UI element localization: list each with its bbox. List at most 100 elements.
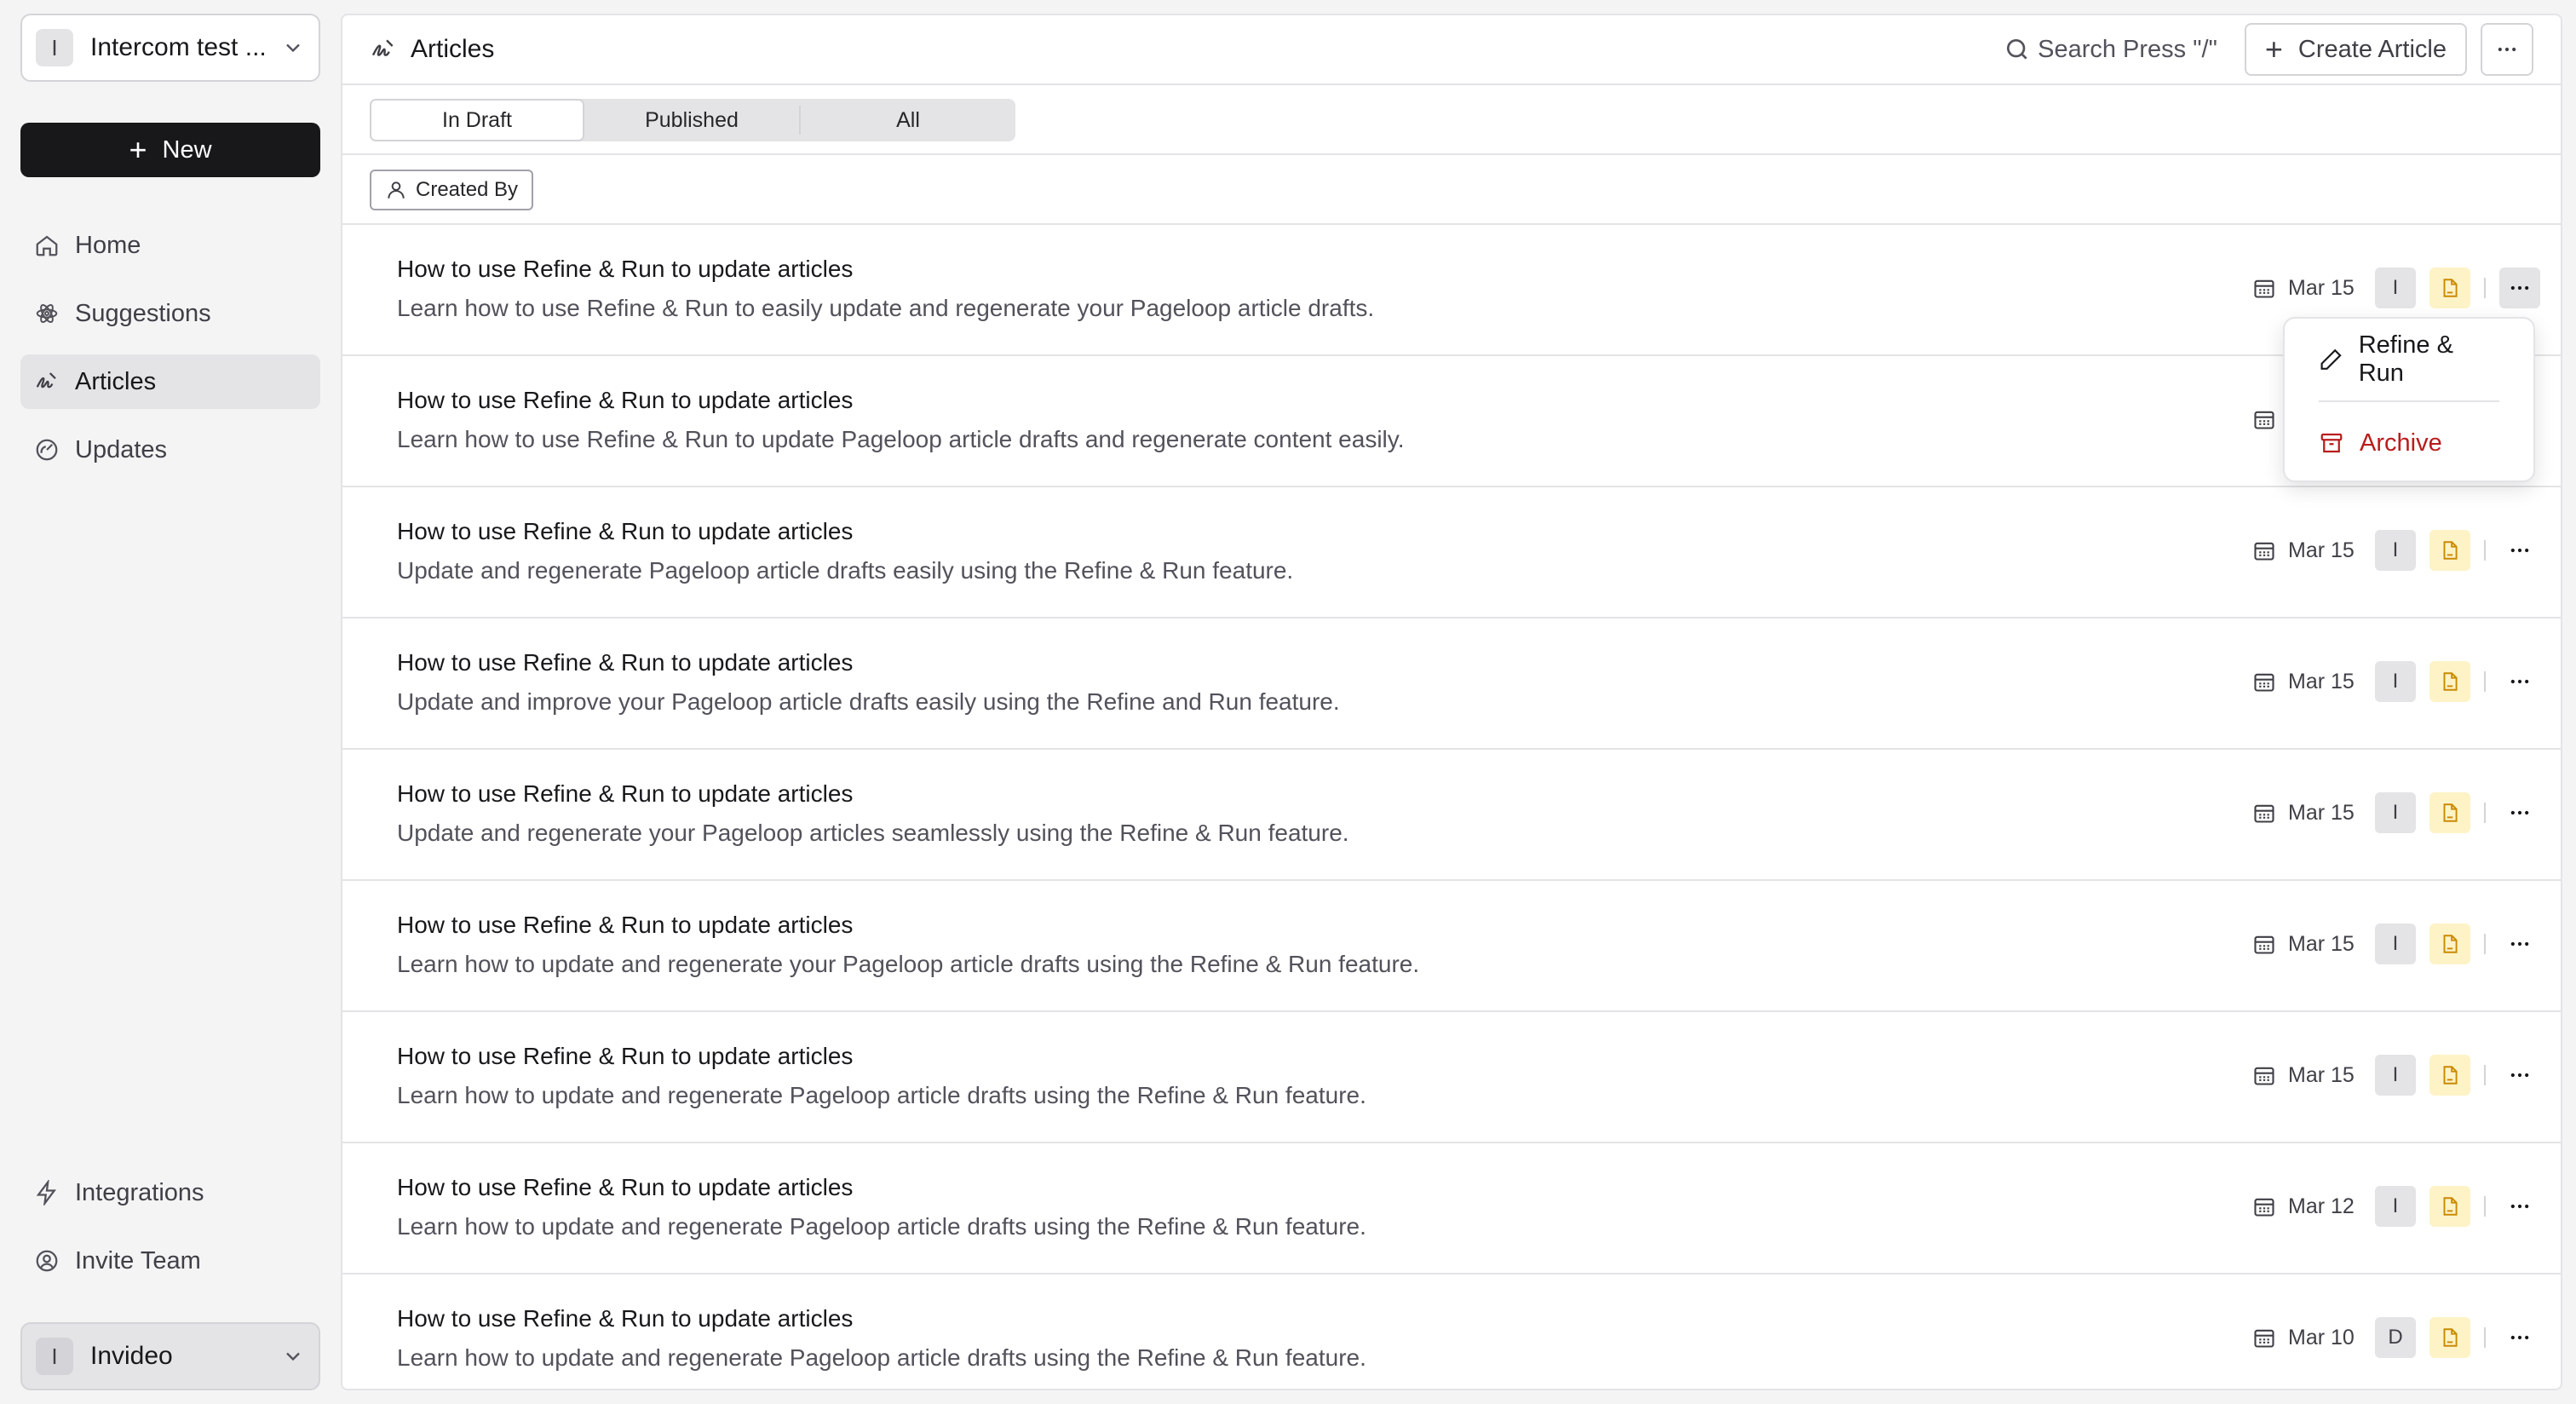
document-icon bbox=[2443, 1328, 2458, 1347]
search-button[interactable]: Search Press "/" bbox=[2004, 36, 2217, 64]
article-more-button[interactable] bbox=[2499, 1317, 2540, 1358]
sidebar-item-home[interactable]: Home bbox=[20, 218, 320, 273]
user-name: Invideo bbox=[90, 1342, 173, 1370]
more-options-button[interactable] bbox=[2481, 23, 2533, 76]
calendar-icon bbox=[2254, 673, 2274, 692]
tab-published[interactable]: Published bbox=[584, 99, 799, 141]
article-more-button[interactable] bbox=[2499, 530, 2540, 571]
more-horizontal-icon bbox=[2510, 1073, 2529, 1078]
user-selector[interactable]: I Invideo bbox=[20, 1322, 320, 1390]
article-date: Mar 15 bbox=[2288, 669, 2355, 693]
article-description: Learn how to update and regenerate Pagel… bbox=[397, 1213, 1366, 1240]
article-context-menu: Refine & Run Archive bbox=[2283, 317, 2535, 482]
draft-status-badge bbox=[2429, 268, 2470, 308]
meta-divider bbox=[2484, 278, 2486, 298]
user-icon bbox=[388, 181, 405, 199]
article-row[interactable]: How to use Refine & Run to update articl… bbox=[342, 356, 2561, 487]
meta-divider bbox=[2484, 1196, 2486, 1217]
main-panel: Articles Search Press "/" + Create Artic… bbox=[341, 14, 2562, 1390]
gauge-icon bbox=[36, 439, 58, 461]
filter-row: Created By bbox=[342, 155, 2561, 225]
more-horizontal-icon bbox=[2510, 548, 2529, 553]
draft-status-badge bbox=[2429, 661, 2470, 702]
article-more-button[interactable] bbox=[2499, 1055, 2540, 1096]
document-icon bbox=[2443, 279, 2458, 297]
sidebar-item-invite-team[interactable]: Invite Team bbox=[20, 1234, 320, 1288]
article-date: Mar 10 bbox=[2288, 1325, 2355, 1349]
signature-icon bbox=[36, 372, 56, 388]
article-more-button[interactable] bbox=[2499, 661, 2540, 702]
sidebar-nav: Home Suggestions Articles Updates bbox=[20, 218, 320, 491]
draft-status-badge bbox=[2429, 530, 2470, 571]
more-horizontal-icon bbox=[2510, 941, 2529, 947]
tab-in-draft[interactable]: In Draft bbox=[370, 99, 584, 141]
article-more-button[interactable] bbox=[2499, 1186, 2540, 1227]
more-horizontal-icon bbox=[2510, 285, 2529, 291]
article-description: Update and regenerate your Pageloop arti… bbox=[397, 820, 1349, 846]
sidebar-item-updates[interactable]: Updates bbox=[20, 423, 320, 477]
document-icon bbox=[2443, 1066, 2458, 1085]
article-row[interactable]: How to use Refine & Run to update articl… bbox=[342, 487, 2561, 619]
author-avatar: D bbox=[2375, 1317, 2416, 1358]
article-more-button[interactable] bbox=[2499, 792, 2540, 833]
article-description: Update and improve your Pageloop article… bbox=[397, 688, 1340, 715]
article-meta: Mar 15 I bbox=[2252, 530, 2540, 571]
draft-status-badge bbox=[2429, 924, 2470, 964]
plus-icon: + bbox=[129, 132, 147, 167]
users-icon bbox=[36, 1250, 58, 1272]
meta-divider bbox=[2484, 671, 2486, 692]
article-more-button[interactable] bbox=[2499, 268, 2540, 308]
calendar-icon bbox=[2254, 804, 2274, 823]
author-avatar: I bbox=[2375, 661, 2416, 702]
workspace-selector[interactable]: I Intercom test ... bbox=[20, 14, 320, 82]
tabs-row: In Draft Published All bbox=[342, 85, 2561, 155]
draft-status-badge bbox=[2429, 1186, 2470, 1227]
draft-status-badge bbox=[2429, 792, 2470, 833]
sidebar-item-suggestions[interactable]: Suggestions bbox=[20, 286, 320, 341]
document-icon bbox=[2443, 935, 2458, 953]
refine-run-menu-item[interactable]: Refine & Run bbox=[2319, 331, 2499, 387]
article-description: Update and regenerate Pageloop article d… bbox=[397, 557, 1294, 584]
created-by-filter[interactable]: Created By bbox=[370, 170, 534, 210]
document-icon bbox=[2443, 541, 2458, 560]
more-horizontal-icon bbox=[2510, 810, 2529, 815]
calendar-icon bbox=[2254, 1067, 2274, 1085]
plus-icon: + bbox=[2264, 32, 2283, 66]
draft-status-badge bbox=[2429, 1055, 2470, 1096]
article-row[interactable]: How to use Refine & Run to update articl… bbox=[342, 225, 2561, 356]
meta-divider bbox=[2484, 540, 2486, 561]
create-article-button[interactable]: + Create Article bbox=[2244, 23, 2467, 76]
more-horizontal-icon bbox=[2510, 1335, 2529, 1340]
user-avatar: I bbox=[36, 1338, 73, 1375]
workspace-name: Intercom test ... bbox=[90, 33, 267, 61]
article-row[interactable]: How to use Refine & Run to update articl… bbox=[342, 1275, 2561, 1389]
tab-all[interactable]: All bbox=[801, 99, 1015, 141]
article-title: How to use Refine & Run to update articl… bbox=[397, 649, 854, 676]
article-meta: Mar 15 I bbox=[2252, 268, 2540, 308]
article-title: How to use Refine & Run to update articl… bbox=[397, 1174, 854, 1200]
calendar-icon bbox=[2254, 542, 2274, 561]
author-avatar: I bbox=[2375, 268, 2416, 308]
document-icon bbox=[2443, 672, 2458, 691]
article-more-button[interactable] bbox=[2499, 924, 2540, 964]
sidebar-item-integrations[interactable]: Integrations bbox=[20, 1165, 320, 1220]
menu-divider bbox=[2319, 400, 2499, 402]
sidebar-bottom-nav: Integrations Invite Team bbox=[20, 1165, 320, 1302]
sidebar-item-articles[interactable]: Articles bbox=[20, 354, 320, 409]
article-row[interactable]: How to use Refine & Run to update articl… bbox=[342, 1143, 2561, 1275]
more-horizontal-icon bbox=[2498, 47, 2516, 52]
header: Articles Search Press "/" + Create Artic… bbox=[342, 15, 2561, 85]
meta-divider bbox=[2484, 1327, 2486, 1348]
article-title: How to use Refine & Run to update articl… bbox=[397, 912, 854, 938]
article-row[interactable]: How to use Refine & Run to update articl… bbox=[342, 750, 2561, 881]
archive-menu-item[interactable]: Archive bbox=[2319, 416, 2499, 470]
article-date: Mar 15 bbox=[2288, 931, 2355, 956]
new-button[interactable]: + New bbox=[20, 123, 320, 177]
article-row[interactable]: How to use Refine & Run to update articl… bbox=[342, 881, 2561, 1012]
article-title: How to use Refine & Run to update articl… bbox=[397, 387, 854, 413]
calendar-icon bbox=[2254, 411, 2274, 429]
article-row[interactable]: How to use Refine & Run to update articl… bbox=[342, 1012, 2561, 1143]
meta-divider bbox=[2484, 934, 2486, 954]
article-row[interactable]: How to use Refine & Run to update articl… bbox=[342, 619, 2561, 750]
article-meta: Mar 15 I bbox=[2252, 661, 2540, 702]
